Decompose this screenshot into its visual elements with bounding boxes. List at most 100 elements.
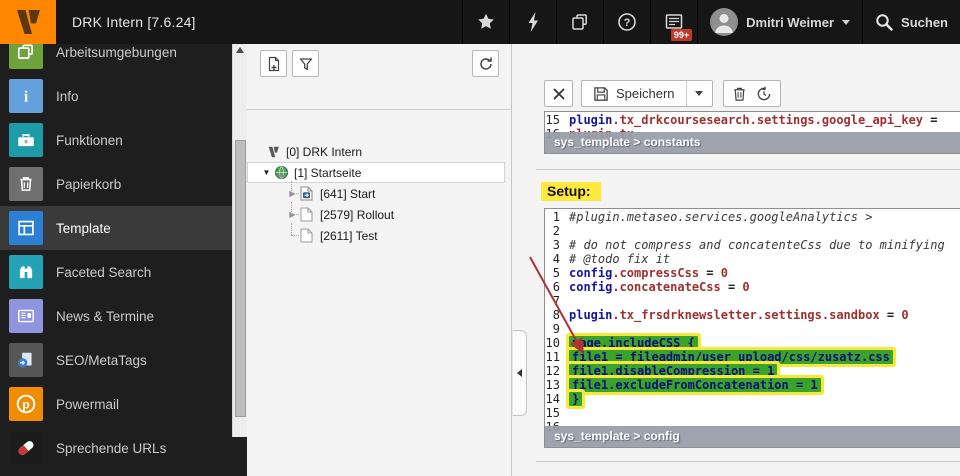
collapse-toggle-icon[interactable]: ▼ — [259, 168, 274, 177]
search-icon — [875, 13, 893, 31]
code-token: # @todo fix it — [569, 252, 670, 266]
divider — [536, 169, 960, 170]
code-line-1: 1#plugin.metaseo.services.googleAnalytic… — [545, 210, 960, 224]
tree-node-2579-rollout[interactable]: ▶ [2579] Rollout — [247, 204, 505, 225]
divider — [536, 461, 960, 462]
scrollbar-track[interactable] — [232, 44, 247, 437]
pill-icon — [9, 431, 43, 465]
page-tree: [0] DRK Intern▼[1] Startseite ▶ [641] Star… — [247, 141, 511, 246]
save-options-button[interactable] — [686, 81, 712, 106]
code-token: config — [569, 280, 612, 294]
history-button[interactable] — [752, 81, 777, 106]
line-number: 4 — [545, 252, 569, 266]
svg-text:p: p — [22, 397, 29, 411]
svg-text:i: i — [24, 89, 29, 106]
code-token: plugin — [569, 113, 612, 127]
highlighted-code: file1 = fileadmin/user upload/css/zusatz… — [569, 350, 893, 364]
line-number: 15 — [545, 406, 569, 420]
new-page-button[interactable] — [260, 50, 287, 77]
tree-node-label: [641] Start — [320, 187, 375, 201]
sidebar-item-label: Sprechende URLs — [56, 441, 166, 456]
sidebar-item-template[interactable]: Template — [0, 206, 232, 250]
sidebar-item-news-termine[interactable]: News & Termine — [0, 294, 232, 338]
line-number: 7 — [545, 294, 569, 308]
scrollbar-thumb[interactable] — [235, 140, 246, 417]
seo-doc-icon — [9, 343, 43, 377]
refresh-button[interactable] — [472, 50, 499, 77]
tree-node-641-start[interactable]: ▶ [641] Start — [247, 183, 505, 204]
doc-toolbar: Speichern — [544, 80, 960, 107]
sidebar-item-label: SEO/MetaTags — [56, 353, 147, 368]
code-token: 0 — [901, 308, 908, 322]
clear-cache-button[interactable] — [509, 0, 556, 44]
content-frame: Speichern — [512, 44, 960, 476]
tree-node-0-drk-intern[interactable]: [0] DRK Intern — [247, 141, 505, 162]
delete-history-group — [723, 80, 781, 107]
line-number: 10 — [545, 336, 569, 350]
page-tree-panel: [0] DRK Intern▼[1] Startseite ▶ [641] Star… — [247, 44, 512, 476]
shortcut-icon — [300, 186, 317, 201]
topbar: DRK Intern [7.6.24] ? — [0, 0, 960, 44]
save-label: Speichern — [616, 86, 675, 101]
question-icon: ? — [617, 12, 637, 32]
notifications-button[interactable]: 99+ — [650, 0, 697, 44]
code-token: = — [880, 308, 902, 322]
user-menu[interactable]: Dmitri Weimer — [697, 0, 862, 44]
help-button[interactable]: ? — [603, 0, 650, 44]
tree-node-1-startseite[interactable]: ▼[1] Startseite — [247, 162, 505, 183]
sidebar-item-faceted-search[interactable]: Faceted Search — [0, 250, 232, 294]
expand-toggle-icon[interactable]: ▶ — [285, 210, 300, 219]
pagetree-collapse-handle[interactable] — [512, 330, 527, 416]
history-icon — [756, 86, 772, 102]
code-line-12: 12file1.disableCompression = 1 — [545, 364, 960, 378]
sidebar-item-label: Funktionen — [56, 133, 123, 148]
sidebar-item-funktionen[interactable]: Funktionen — [0, 118, 232, 162]
code-line-9: 9 — [545, 322, 960, 336]
highlighted-code: file1.excludeFromConcatenation = 1 — [569, 378, 821, 392]
module-menu-scrollbar[interactable] — [232, 44, 247, 476]
scroll-up-arrow-icon[interactable] — [236, 47, 244, 53]
code-line-4: 4# @todo fix it — [545, 252, 960, 266]
line-number: 8 — [545, 308, 569, 322]
sidebar-item-powermail[interactable]: p Powermail — [0, 382, 232, 426]
line-number: 14 — [545, 392, 569, 406]
setup-heading: Setup: — [541, 182, 601, 201]
sidebar-item-papierkorb[interactable]: Papierkorb — [0, 162, 232, 206]
delete-button[interactable] — [727, 81, 752, 106]
code-line-13: 13file1.excludeFromConcatenation = 1 — [545, 378, 960, 392]
code-token: .tx_drkcoursesearch.settings.google_api_… — [612, 113, 923, 127]
close-button[interactable] — [544, 80, 573, 107]
line-number: 12 — [545, 364, 569, 378]
page-icon — [300, 228, 317, 243]
close-icon — [553, 88, 565, 100]
topbar-actions: ? 99+ Dmitri Weimer — [462, 0, 960, 44]
expand-toggle-icon[interactable]: ▶ — [285, 189, 300, 198]
line-number: 15 — [545, 113, 569, 127]
config-editor[interactable]: 1#plugin.metaseo.services.googleAnalytic… — [544, 208, 960, 448]
typo3-logo-icon[interactable] — [0, 0, 56, 44]
user-name: Dmitri Weimer — [746, 15, 834, 30]
filter-button[interactable] — [292, 50, 319, 77]
avatar — [710, 8, 738, 36]
code-line-8: 8plugin.tx_frsdrknewsletter.settings.san… — [545, 308, 960, 322]
tree-node-label: [2579] Rollout — [320, 208, 394, 222]
floppy-icon — [593, 86, 609, 102]
code-line-6: 6config.concatenateCss = 0 — [545, 280, 960, 294]
sidebar-item-info[interactable]: iInfo — [0, 74, 232, 118]
bookmarks-button[interactable] — [462, 0, 509, 44]
powermail-icon: p — [9, 387, 43, 421]
sidebar-item-sprechende-urls[interactable]: Sprechende URLs — [0, 426, 232, 470]
constants-editor[interactable]: 15plugin.tx_drkcoursesearch.settings.goo… — [544, 111, 960, 154]
line-number: 5 — [545, 266, 569, 280]
line-number: 2 — [545, 224, 569, 238]
search-button[interactable]: Suchen — [862, 0, 960, 44]
sidebar-item-seo-metatags[interactable]: SEO/MetaTags — [0, 338, 232, 382]
config-code: 1#plugin.metaseo.services.googleAnalytic… — [545, 209, 960, 434]
code-line-2: 2 — [545, 224, 960, 238]
tree-node-2611-test[interactable]: [2611] Test — [247, 225, 505, 246]
documents-icon — [570, 12, 590, 32]
workspace-button[interactable] — [556, 0, 603, 44]
save-button[interactable]: Speichern — [582, 81, 686, 106]
sidebar-item-label: Powermail — [56, 397, 119, 412]
info-icon: i — [9, 79, 43, 113]
